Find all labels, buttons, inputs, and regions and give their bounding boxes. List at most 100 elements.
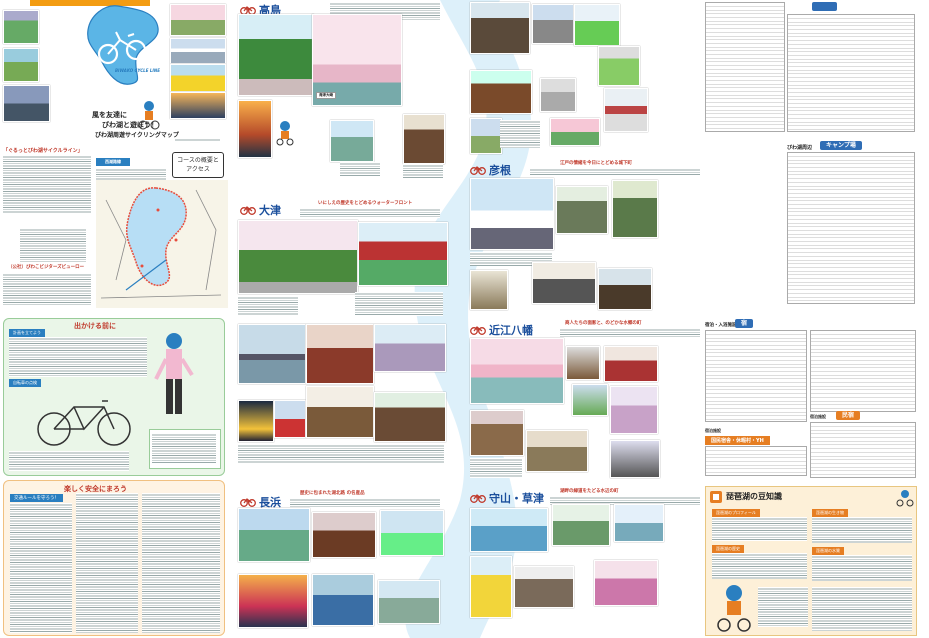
prep-text-2: [9, 451, 129, 471]
photo-street-2: [532, 4, 574, 44]
omihachiman-caption-1: [470, 458, 522, 478]
camp-region: びわ湖周辺: [787, 145, 813, 151]
prep-heading: 出かける前に: [74, 322, 116, 330]
bicycle-icon: [470, 326, 486, 335]
trivia-text-1: [712, 517, 807, 541]
photo-old-street: [403, 114, 445, 164]
photo-takashima-2: [330, 120, 374, 162]
photo-ukimido: [238, 324, 306, 384]
safety-col-1: [10, 503, 72, 633]
cover-lake-map: [87, 5, 159, 85]
photo-lotus: [594, 560, 658, 606]
photo-flowers-2: [550, 118, 600, 146]
area-name: 大津: [259, 204, 281, 217]
intro-text: [3, 155, 91, 213]
course-map: [96, 180, 228, 308]
mascot-kid-icon: [717, 585, 751, 632]
trivia-panel: 琵琶湖の豆知識 琵琶湖のプロフィール 琵琶湖の歴史 琵琶湖の生き物 琵琶湖の水質: [705, 486, 917, 636]
cover-date: [175, 138, 220, 142]
trivia-icon: [710, 491, 722, 503]
photo-cherry: [170, 4, 226, 36]
prep-sub-1: 計画を立てよう: [9, 329, 45, 337]
hot-table: [810, 422, 916, 478]
bicycle-icon: [240, 206, 256, 215]
photo-lake-island: [380, 510, 444, 556]
inn-region: 宿泊・入浴施設: [705, 323, 737, 328]
inn-sub-region: 宿泊施設: [705, 428, 721, 433]
photo-otsu-park: [238, 220, 358, 294]
photo-genkyuen: [612, 180, 658, 238]
trivia-text-6: [812, 587, 912, 631]
photo-garden: [574, 4, 620, 46]
cyclist-figure: [154, 333, 194, 414]
camp-table: [787, 152, 915, 304]
area-name: 近江八幡: [489, 324, 533, 337]
photo-hikone-4: [598, 268, 652, 310]
area-title-otsu: 大津: [240, 202, 281, 218]
area-title-omihachiman: 近江八幡: [470, 322, 533, 338]
photo-flowers: [274, 400, 306, 438]
hikone-caption-top: [500, 120, 540, 148]
contact-title: （公社）びわこビジターズビューロー: [8, 265, 85, 270]
hot-heading: 民宿: [836, 411, 861, 420]
omihachiman-intro: [560, 328, 700, 338]
trivia-item-1: 琵琶湖のプロフィール: [712, 509, 760, 517]
cover-panel: BIWAKO CYCLE LINE 風を友達に びわ湖と遊ぼう！ びわ湖周遊サイ…: [0, 0, 230, 315]
inn-heading: 宿: [735, 319, 754, 328]
area-title-hikone: 彦根: [470, 162, 511, 178]
photo-hikone-street: [470, 270, 508, 310]
bicycle-icon: [470, 494, 486, 503]
trivia-heading: 琵琶湖の豆知識: [726, 492, 782, 501]
intro-heading: 「ぐるっとびわ湖サイクルライン」: [3, 148, 83, 154]
photo-miidera: [374, 392, 446, 442]
photo-tree: [3, 10, 39, 44]
area-name: 彦根: [489, 164, 511, 177]
trivia-text-3: [812, 517, 912, 543]
trivia-item-3: 琵琶湖の生き物: [812, 509, 848, 517]
photo-sunset-reeds: [238, 574, 308, 628]
camp-heading: キャンプ場: [820, 141, 862, 150]
photo-cyclists: [3, 48, 39, 82]
photo-otsu-temple-2: [306, 324, 374, 384]
photo-building: [540, 78, 576, 112]
trivia-text-5: [758, 587, 808, 627]
photo-harbor: [374, 324, 446, 372]
legend-tab: 西湖路線: [96, 158, 130, 166]
hot-region: 宿泊施設: [810, 414, 826, 419]
photo-temple: [358, 222, 448, 286]
area-name: 守山・草津: [489, 492, 544, 505]
photo-bridge: [614, 504, 664, 542]
mascot-cyclist-icon: [138, 101, 160, 130]
otsu-caption-2: [355, 292, 443, 316]
omihachiman-tagline: 商人たちの面影と、のどかな水郷の町: [565, 321, 642, 326]
photo-harbor-2: [470, 118, 502, 154]
list-table-2: [787, 14, 915, 132]
otsu-caption-3: [238, 444, 444, 464]
inn-sub: 国民宿舎・休暇村・YH: [705, 436, 770, 445]
inn-sub-table: [705, 446, 807, 476]
prep-sub-2: 自転車の点検: [9, 379, 41, 387]
photo-nagahama-2: [312, 574, 374, 626]
inn-table-right: [810, 330, 916, 412]
hikone-tagline: 江戸の情緒を今日にとどめる城下町: [560, 161, 632, 166]
photo-castle-road: [556, 186, 608, 234]
photo-shrine: [470, 70, 532, 114]
otsu-intro: [300, 208, 440, 218]
photo-fountain: [238, 400, 274, 442]
photo-snow-mountain: [170, 38, 226, 64]
photo-metasequoia: [238, 14, 314, 96]
photo-stone-steps: [470, 410, 524, 456]
cover-logo-text: BIWAKO CYCLE LINE: [115, 68, 160, 73]
list-tab-top: [812, 2, 837, 11]
list-table-1: [705, 2, 785, 132]
safety-subheading: 交通ルールを守ろう！: [10, 494, 63, 502]
contact-text: [3, 273, 91, 305]
nagahama-tagline: 歴史に包まれた湖北路 の名産品: [300, 491, 365, 496]
safety-col-2: [76, 493, 138, 633]
photo-sunflower: [470, 556, 512, 618]
photo-hachiman-3: [526, 430, 588, 472]
photo-nagahama-parking: [238, 508, 310, 562]
prep-panel: 出かける前に 計画を立てよう 自転車の点検: [3, 318, 225, 476]
takashima-caption-2: [403, 164, 443, 178]
label-kaizu: 海津大崎: [316, 92, 336, 99]
